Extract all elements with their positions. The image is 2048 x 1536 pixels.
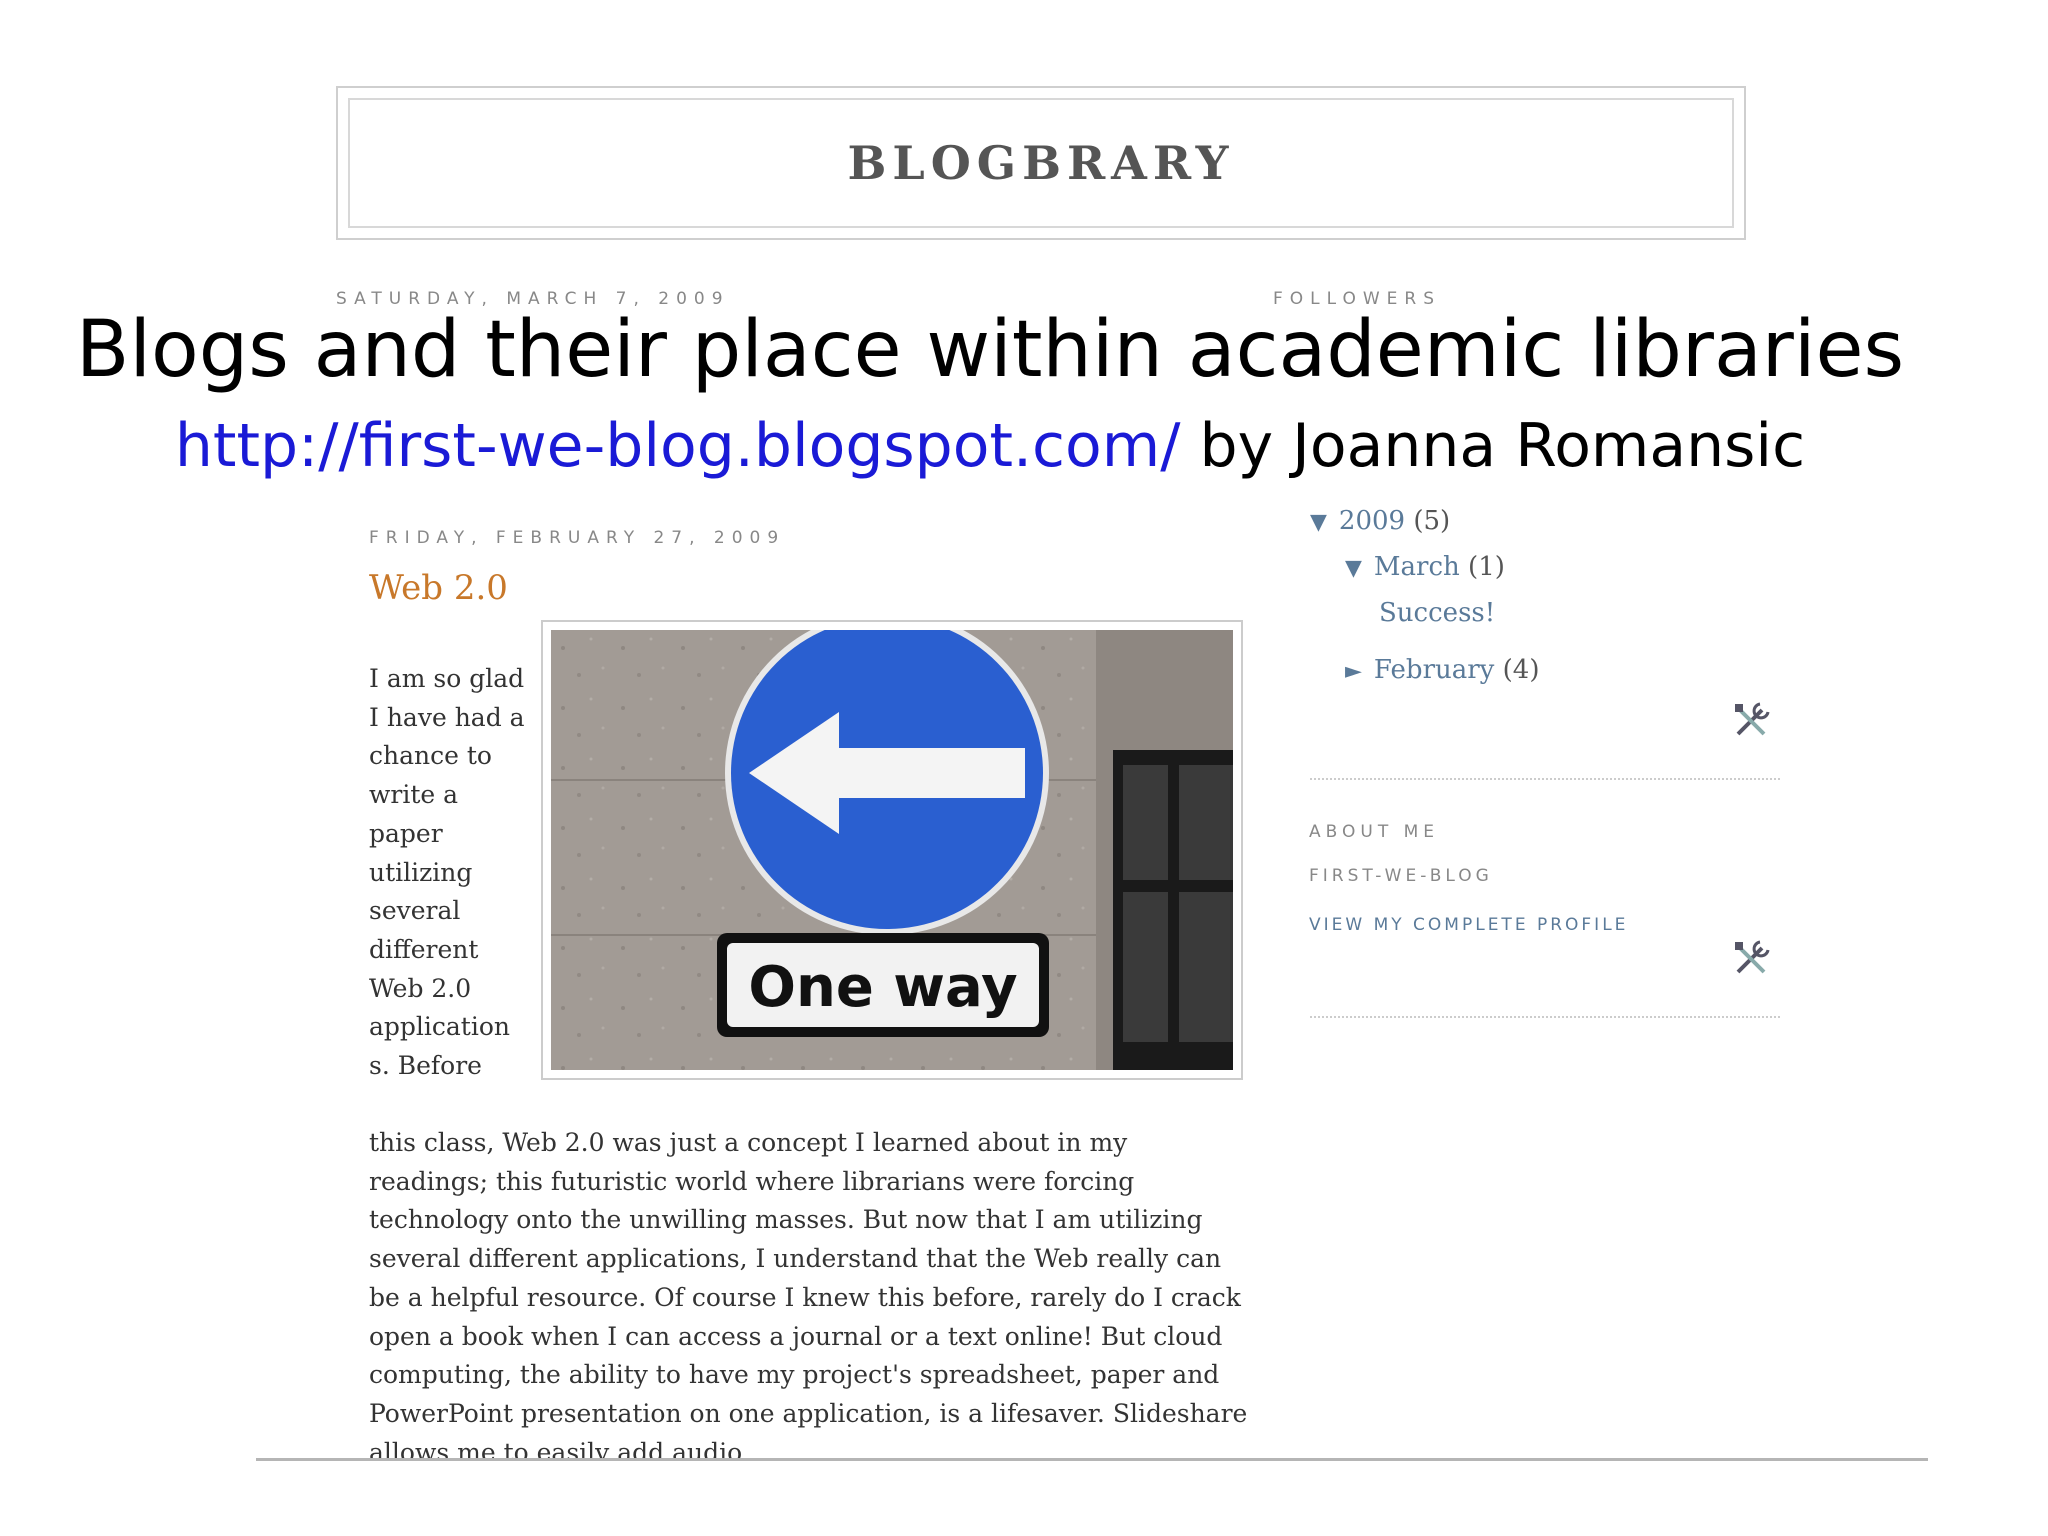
archive-month-count: (4) bbox=[1502, 655, 1540, 685]
view-profile-link[interactable]: VIEW MY COMPLETE PROFILE bbox=[1309, 915, 1628, 935]
profile-name: FIRST-WE-BLOG bbox=[1309, 866, 1493, 886]
triangle-down-icon: ▼ bbox=[1345, 556, 1362, 581]
archive-month-march[interactable]: ▼ March (1) bbox=[1345, 552, 1505, 582]
byline: by Joanna Romansic bbox=[1180, 411, 1806, 481]
archive-month-label: March bbox=[1373, 552, 1460, 582]
blog-header-inner: BLOGBRARY bbox=[348, 98, 1734, 228]
archive-month-count: (1) bbox=[1468, 552, 1505, 582]
post-image-frame: One way bbox=[541, 620, 1243, 1080]
archive-month-label: February bbox=[1373, 655, 1495, 685]
slide-title: Blogs and their place within academic li… bbox=[75, 305, 1905, 395]
blog-header: BLOGBRARY bbox=[336, 86, 1746, 240]
blog-url-link[interactable]: http://first-we-blog.blogspot.com/ bbox=[175, 411, 1181, 481]
sidebar-divider bbox=[1310, 1016, 1780, 1018]
blog-title[interactable]: BLOGBRARY bbox=[847, 136, 1234, 190]
post-body: this class, Web 2.0 was just a concept I… bbox=[369, 1128, 1248, 1458]
one-way-sign-photo: One way bbox=[551, 630, 1233, 1070]
sidebar-divider bbox=[1310, 778, 1780, 780]
about-me-heading: ABOUT ME bbox=[1309, 822, 1440, 842]
slide-subtitle: http://first-we-blog.blogspot.com/ by Jo… bbox=[0, 406, 1980, 486]
archive-year-count: (5) bbox=[1413, 506, 1451, 536]
archive-year[interactable]: ▼ 2009 (5) bbox=[1310, 506, 1450, 536]
archive-post-link[interactable]: Success! bbox=[1379, 598, 1495, 628]
archive-year-label: 2009 bbox=[1338, 506, 1406, 536]
archive-month-february[interactable]: ► February (4) bbox=[1345, 655, 1539, 685]
bottom-border bbox=[256, 1458, 1928, 1461]
post-body-narrow: I am so glad I have had a chance to writ… bbox=[369, 664, 525, 1081]
tools-icon[interactable] bbox=[1732, 700, 1772, 740]
tools-icon[interactable] bbox=[1732, 938, 1772, 978]
post-image[interactable]: One way bbox=[551, 630, 1233, 1070]
post-date-header: FRIDAY, FEBRUARY 27, 2009 bbox=[369, 528, 786, 548]
post-title[interactable]: Web 2.0 bbox=[369, 568, 508, 608]
triangle-down-icon: ▼ bbox=[1310, 510, 1327, 535]
post-body-clip: this class, Web 2.0 was just a concept I… bbox=[369, 1124, 1269, 1458]
sign-text: One way bbox=[748, 955, 1017, 1020]
triangle-right-icon: ► bbox=[1345, 659, 1362, 684]
